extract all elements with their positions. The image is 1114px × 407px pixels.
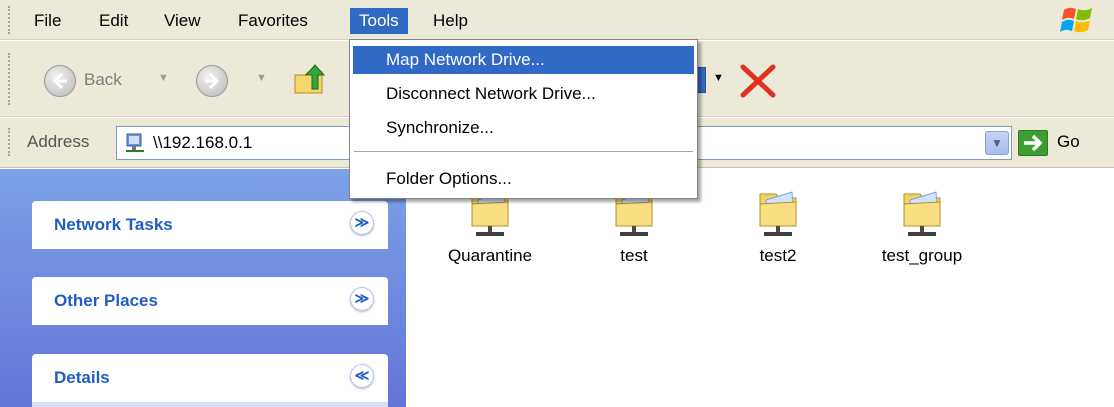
address-value: \\192.168.0.1: [153, 133, 253, 152]
back-arrow-icon: [52, 72, 67, 90]
go-label[interactable]: Go: [1057, 132, 1080, 152]
other-places-panel[interactable]: Other Places ≫: [32, 277, 388, 325]
tools-menu: Map Network Drive... Disconnect Network …: [349, 39, 698, 199]
up-folder-icon[interactable]: [292, 61, 328, 97]
details-panel-body: [32, 402, 388, 407]
toolbar-grip[interactable]: [8, 53, 12, 105]
menu-help[interactable]: Help: [424, 8, 477, 34]
back-dropdown-arrow-icon[interactable]: ▼: [158, 72, 169, 84]
shared-folder-icon: [903, 191, 941, 236]
details-title[interactable]: Details: [54, 368, 110, 388]
network-tasks-title[interactable]: Network Tasks: [54, 215, 173, 235]
chevron-double-down-icon[interactable]: ≫: [350, 211, 374, 235]
details-panel[interactable]: Details ≪: [32, 354, 388, 402]
menu-edit[interactable]: Edit: [90, 8, 137, 34]
menu-item-map-network-drive[interactable]: Map Network Drive...: [353, 46, 694, 74]
go-arrow-icon: [1024, 134, 1043, 152]
share-test[interactable]: test: [569, 184, 699, 294]
share-label: test2: [759, 246, 797, 265]
forward-dropdown-arrow-icon[interactable]: ▼: [256, 72, 267, 84]
windows-logo-icon: [1060, 7, 1092, 33]
menu-tools[interactable]: Tools: [350, 8, 408, 34]
task-pane: Network Tasks ≫ Other Places ≫ Details ≪: [0, 169, 406, 407]
menu-view[interactable]: View: [155, 8, 210, 34]
network-tasks-panel[interactable]: Network Tasks ≫: [32, 201, 388, 249]
address-dropdown-icon[interactable]: ▼: [985, 131, 1009, 155]
menu-file[interactable]: File: [25, 8, 70, 34]
views-dropdown-arrow-icon[interactable]: ▼: [713, 72, 724, 84]
close-x-icon[interactable]: [738, 63, 778, 99]
menu-item-disconnect-network-drive[interactable]: Disconnect Network Drive...: [353, 80, 694, 108]
share-test-group[interactable]: test_group: [857, 184, 987, 294]
back-button[interactable]: [44, 65, 76, 97]
share-test2[interactable]: test2: [713, 184, 843, 294]
address-label: Address: [27, 132, 90, 151]
share-label: Quarantine: [447, 246, 533, 265]
share-quarantine[interactable]: Quarantine: [425, 184, 555, 294]
other-places-title[interactable]: Other Places: [54, 291, 158, 311]
forward-button[interactable]: [196, 65, 228, 97]
chevron-double-down-icon[interactable]: ≫: [350, 287, 374, 311]
network-computer-icon: [126, 133, 144, 152]
menu-separator: [354, 151, 693, 152]
menu-item-folder-options[interactable]: Folder Options...: [353, 165, 694, 193]
share-label: test_group: [881, 246, 963, 265]
chevron-double-up-icon[interactable]: ≪: [350, 364, 374, 388]
forward-arrow-icon: [205, 72, 220, 90]
share-label: test: [620, 246, 648, 265]
addressbar-grip[interactable]: [8, 128, 12, 156]
menubar-grip[interactable]: [8, 6, 12, 34]
menu-bar: File Edit View Favorites Tools Help: [0, 0, 1114, 40]
shared-folder-icon: [759, 191, 797, 236]
go-button[interactable]: [1018, 130, 1048, 156]
menu-favorites[interactable]: Favorites: [229, 8, 317, 34]
menu-item-synchronize[interactable]: Synchronize...: [353, 114, 694, 142]
back-label[interactable]: Back: [84, 70, 122, 90]
